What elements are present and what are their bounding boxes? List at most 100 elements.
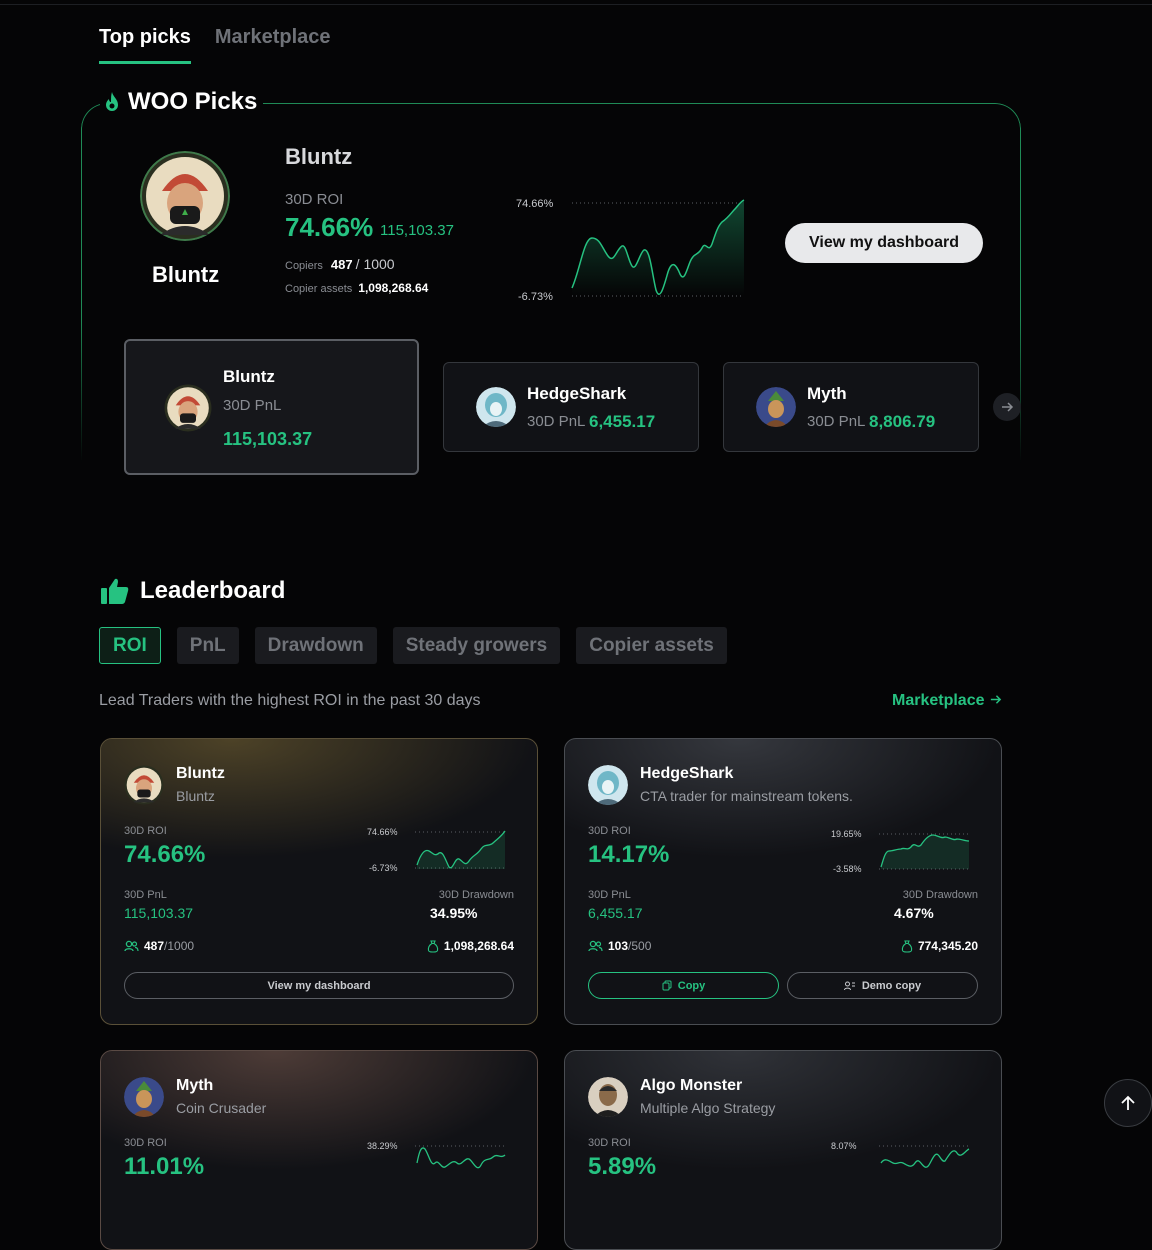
card-drawdown-label: 30D Drawdown bbox=[902, 889, 978, 901]
top-divider bbox=[0, 4, 1152, 5]
pick-pnl-label: 30D PnL bbox=[527, 413, 586, 430]
pick-name: Myth bbox=[807, 384, 847, 403]
featured-roi-value: 74.66% bbox=[285, 212, 374, 242]
copiers-count: 487 bbox=[144, 939, 165, 953]
copy-label: Copy bbox=[677, 979, 706, 992]
card-subtitle: Bluntz bbox=[176, 788, 215, 804]
featured-avatar[interactable] bbox=[140, 151, 230, 241]
avatar bbox=[588, 1077, 628, 1117]
card-assets: 774,345.20 bbox=[901, 939, 978, 953]
copiers-total: / 1000 bbox=[355, 256, 395, 272]
users-icon bbox=[124, 940, 139, 952]
card-roi-label: 30D ROI bbox=[588, 825, 631, 837]
svg-text:19.65%: 19.65% bbox=[831, 829, 862, 839]
money-bag-icon bbox=[427, 939, 439, 953]
leaderboard-heading: Leaderboard bbox=[100, 577, 285, 605]
svg-text:8.07%: 8.07% bbox=[831, 1141, 857, 1151]
card-mini-chart: 8.07% bbox=[827, 1133, 977, 1198]
leaderboard-description: Lead Traders with the highest ROI in the… bbox=[99, 692, 481, 709]
chip-pnl[interactable]: PnL bbox=[176, 627, 239, 664]
avatar bbox=[756, 387, 796, 427]
card-mini-chart: 38.29% bbox=[363, 1133, 513, 1198]
card-pnl-value: 115,103.37 bbox=[124, 905, 194, 921]
card-roi-label: 30D ROI bbox=[124, 825, 167, 837]
card-name: HedgeShark bbox=[640, 765, 734, 782]
card-roi-value: 5.89% bbox=[588, 1153, 657, 1180]
demo-copy-button[interactable]: Demo copy bbox=[787, 972, 978, 999]
chip-steady-growers[interactable]: Steady growers bbox=[392, 627, 561, 664]
avatar bbox=[124, 1077, 164, 1117]
card-name: Bluntz bbox=[176, 765, 225, 782]
chart-max-label: 74.66% bbox=[516, 198, 554, 210]
featured-roi-label: 30D ROI bbox=[285, 191, 344, 208]
carousel-next-button[interactable] bbox=[993, 393, 1021, 421]
pick-card-myth[interactable]: Myth 30D PnL 8,806.79 bbox=[723, 362, 979, 452]
pick-card-hedgeshark[interactable]: HedgeShark 30D PnL 6,455.17 bbox=[443, 362, 699, 452]
page-tabs: Top picks Marketplace bbox=[99, 26, 331, 64]
leaderboard-filters: ROI PnL Drawdown Steady growers Copier a… bbox=[99, 627, 727, 664]
card-drawdown-value: 4.67% bbox=[894, 905, 934, 921]
demo-copy-label: Demo copy bbox=[861, 979, 922, 992]
avatar bbox=[476, 387, 516, 427]
copiers-count: 487 bbox=[330, 257, 353, 272]
marketplace-link[interactable]: Marketplace bbox=[892, 692, 1002, 710]
leader-card-algo-monster[interactable]: Algo Monster Multiple Algo Strategy 30D … bbox=[564, 1050, 1002, 1250]
demo-icon bbox=[843, 981, 855, 990]
thumbs-up-icon bbox=[101, 578, 129, 604]
chip-copier-assets[interactable]: Copier assets bbox=[576, 627, 727, 664]
svg-text:38.29%: 38.29% bbox=[367, 1141, 398, 1151]
card-subtitle: CTA trader for mainstream tokens. bbox=[640, 788, 853, 804]
copy-icon bbox=[662, 980, 672, 991]
pick-card-bluntz[interactable]: Bluntz 30D PnL 115,103.37 bbox=[124, 339, 419, 475]
avatar bbox=[588, 765, 628, 805]
copy-button[interactable]: Copy bbox=[588, 972, 779, 999]
arrow-right-icon bbox=[990, 695, 1002, 704]
marketplace-link-label: Marketplace bbox=[892, 692, 985, 709]
card-pnl-label: 30D PnL bbox=[124, 889, 167, 901]
featured-trader-name[interactable]: Bluntz bbox=[285, 144, 352, 170]
tab-top-picks[interactable]: Top picks bbox=[99, 26, 191, 64]
chip-drawdown[interactable]: Drawdown bbox=[254, 627, 377, 664]
leaderboard-title: Leaderboard bbox=[140, 577, 286, 604]
chip-roi[interactable]: ROI bbox=[99, 627, 161, 664]
card-copiers: 487/1000 bbox=[124, 939, 194, 953]
pick-name: HedgeShark bbox=[527, 384, 627, 403]
svg-text:-3.58%: -3.58% bbox=[833, 864, 862, 874]
card-name: Algo Monster bbox=[640, 1077, 743, 1094]
card-roi-value: 11.01% bbox=[124, 1153, 205, 1180]
assets-value: 1,098,268.64 bbox=[358, 281, 429, 295]
assets-value: 1,098,268.64 bbox=[443, 939, 514, 953]
card-subtitle: Multiple Algo Strategy bbox=[640, 1100, 776, 1116]
users-icon bbox=[588, 940, 603, 952]
pick-name: Bluntz bbox=[223, 367, 275, 386]
copiers-total: /500 bbox=[628, 939, 652, 953]
card-pnl-label: 30D PnL bbox=[588, 889, 631, 901]
leader-card-bluntz[interactable]: Bluntz Bluntz 30D ROI 74.66% 74.66% -6.7… bbox=[100, 738, 538, 1025]
woo-picks-title: WOO Picks bbox=[128, 88, 258, 115]
tab-marketplace[interactable]: Marketplace bbox=[215, 26, 331, 64]
leader-card-myth[interactable]: Myth Coin Crusader 30D ROI 11.01% 38.29% bbox=[100, 1050, 538, 1250]
pick-pnl-value: 6,455.17 bbox=[589, 412, 656, 431]
card-mini-chart: 74.66% -6.73% bbox=[363, 821, 513, 886]
card-roi-value: 14.17% bbox=[588, 841, 670, 868]
pick-pnl-label: 30D PnL bbox=[223, 397, 282, 414]
flame-icon bbox=[106, 92, 118, 111]
featured-copiers: Copiers 487 / 1000 bbox=[285, 256, 395, 272]
copiers-total: /1000 bbox=[164, 939, 195, 953]
card-view-dashboard-button[interactable]: View my dashboard bbox=[124, 972, 514, 999]
card-roi-label: 30D ROI bbox=[124, 1137, 167, 1149]
card-roi-label: 30D ROI bbox=[588, 1137, 631, 1149]
copiers-label: Copiers bbox=[285, 260, 323, 272]
featured-avatar-name: Bluntz bbox=[152, 262, 220, 287]
avatar bbox=[164, 384, 212, 432]
card-assets: 1,098,268.64 bbox=[427, 939, 514, 953]
arrow-up-icon bbox=[1121, 1095, 1135, 1110]
svg-text:-6.73%: -6.73% bbox=[369, 863, 398, 873]
scroll-to-top-button[interactable] bbox=[1104, 1079, 1152, 1127]
card-drawdown-value: 34.95% bbox=[430, 905, 478, 921]
view-dashboard-button[interactable]: View my dashboard bbox=[785, 223, 983, 263]
pick-pnl-label: 30D PnL bbox=[807, 413, 866, 430]
svg-text:74.66%: 74.66% bbox=[367, 827, 398, 837]
copiers-count: 103 bbox=[608, 939, 629, 953]
leader-card-hedgeshark[interactable]: HedgeShark CTA trader for mainstream tok… bbox=[564, 738, 1002, 1025]
